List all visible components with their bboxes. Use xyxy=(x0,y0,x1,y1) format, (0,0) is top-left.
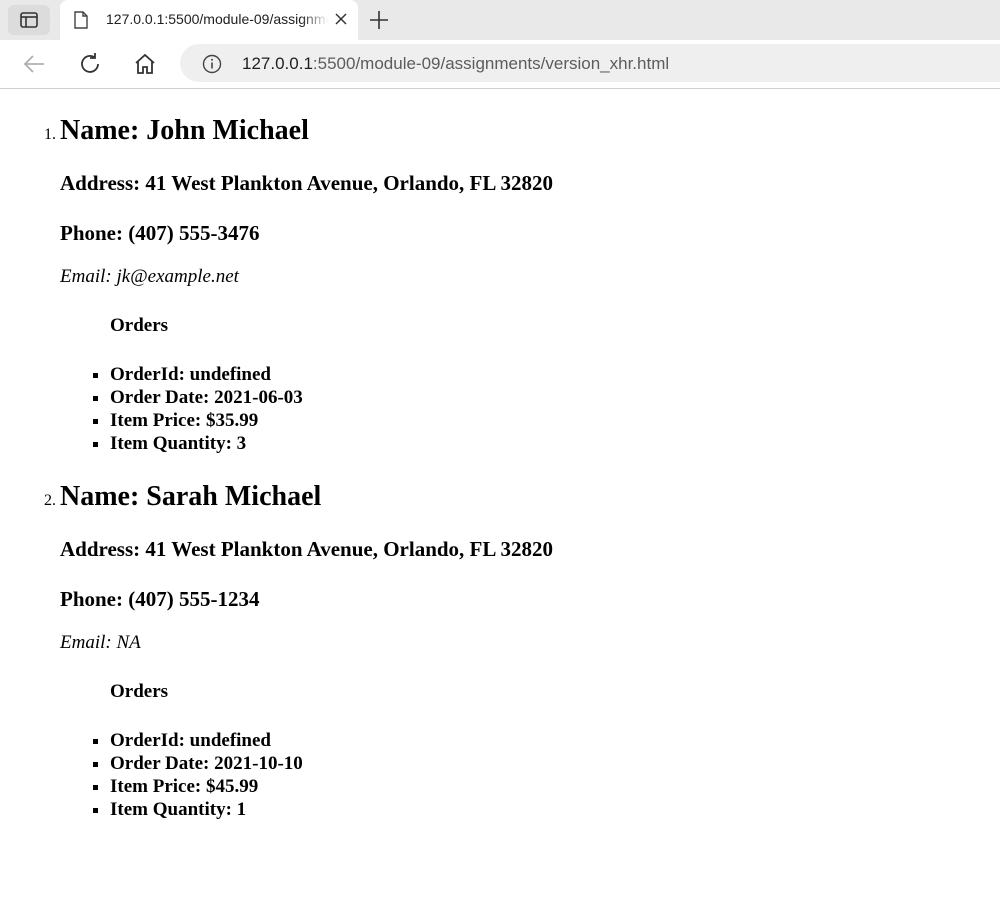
order-list: OrderId: undefined Order Date: 2021-10-1… xyxy=(60,729,1000,821)
customer-phone: Phone: (407) 555-3476 xyxy=(60,221,260,245)
customer-email: Email: NA xyxy=(60,632,141,653)
browser-toolbar: 127.0.0.1:5500/module-09/assignments/ver… xyxy=(0,40,1000,89)
customer-address: Address: 41 West Plankton Avenue, Orland… xyxy=(60,171,553,195)
new-tab-icon[interactable] xyxy=(368,9,390,31)
customer-phone: Phone: (407) 555-1234 xyxy=(60,587,260,611)
customer-name: Name: Sarah Michael xyxy=(60,481,322,512)
sidebar-panel-icon xyxy=(20,12,38,28)
item-quantity: Item Quantity: 1 xyxy=(110,798,1000,821)
tab-actions-button[interactable] xyxy=(8,5,50,35)
url-text[interactable]: 127.0.0.1:5500/module-09/assignments/ver… xyxy=(242,54,669,74)
url-path: :5500/module-09/assignments/version_xhr.… xyxy=(312,54,670,73)
order-date: Order Date: 2021-06-03 xyxy=(110,386,1000,409)
page-content: Name: John Michael Address: 41 West Plan… xyxy=(0,89,1000,821)
item-quantity: Item Quantity: 3 xyxy=(110,432,1000,455)
url-host: 127.0.0.1 xyxy=(242,54,313,73)
orders-heading: Orders xyxy=(110,681,169,702)
customer-address: Address: 41 West Plankton Avenue, Orland… xyxy=(60,537,553,561)
customer-item: Name: John Michael Address: 41 West Plan… xyxy=(60,113,1000,455)
info-icon[interactable] xyxy=(202,54,222,74)
back-arrow-icon[interactable] xyxy=(22,52,46,76)
order-id: OrderId: undefined xyxy=(110,729,1000,752)
refresh-icon[interactable] xyxy=(78,52,102,76)
tab-strip: 127.0.0.1:5500/module-09/assignments/ver… xyxy=(0,0,1000,40)
document-icon xyxy=(74,11,88,29)
close-icon[interactable] xyxy=(334,12,348,26)
customer-name: Name: John Michael xyxy=(60,115,309,146)
item-price: Item Price: $45.99 xyxy=(110,775,1000,798)
customer-email: Email: jk@example.net xyxy=(60,266,239,287)
tab-title: 127.0.0.1:5500/module-09/assignments/ver… xyxy=(106,11,328,27)
item-price: Item Price: $35.99 xyxy=(110,409,1000,432)
customer-list: Name: John Michael Address: 41 West Plan… xyxy=(0,113,1000,821)
address-bar[interactable]: 127.0.0.1:5500/module-09/assignments/ver… xyxy=(180,44,1000,82)
orders-heading: Orders xyxy=(110,315,169,336)
order-id: OrderId: undefined xyxy=(110,363,1000,386)
order-date: Order Date: 2021-10-10 xyxy=(110,752,1000,775)
customer-item: Name: Sarah Michael Address: 41 West Pla… xyxy=(60,479,1000,821)
order-list: OrderId: undefined Order Date: 2021-06-0… xyxy=(60,363,1000,455)
browser-tab[interactable]: 127.0.0.1:5500/module-09/assignments/ver… xyxy=(60,0,358,40)
home-icon[interactable] xyxy=(133,52,157,76)
